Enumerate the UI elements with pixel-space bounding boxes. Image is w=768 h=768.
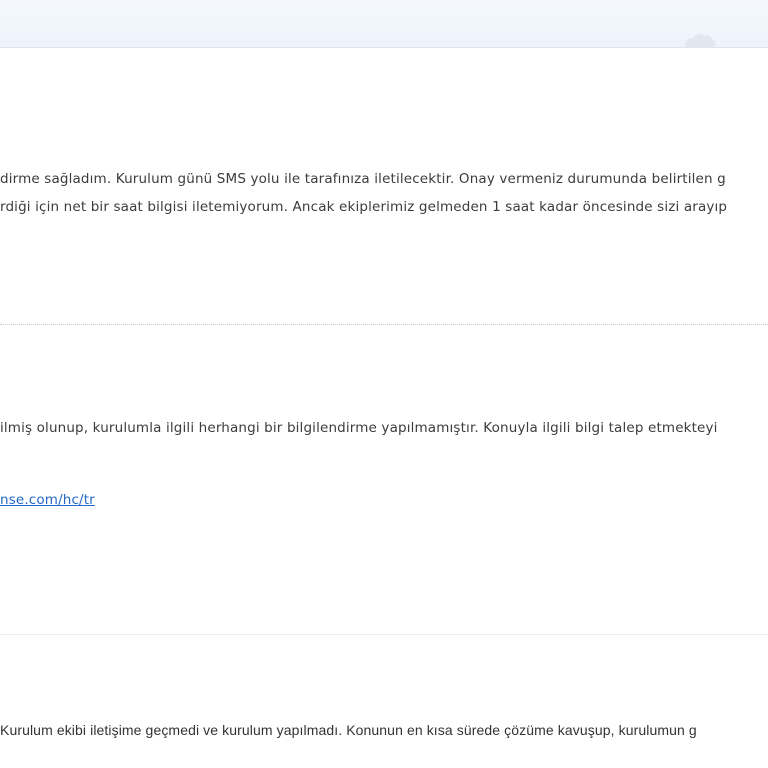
- page-header: [0, 0, 768, 48]
- message-divider: [0, 634, 768, 635]
- message-2-line-1: ilmiş olunup, kurulumla ilgili herhangi …: [0, 420, 718, 436]
- message-divider: [0, 324, 768, 325]
- help-center-link[interactable]: nse.com/hc/tr: [0, 492, 95, 508]
- cloud-icon: [684, 33, 716, 47]
- message-2-link-line: nse.com/hc/tr: [0, 491, 95, 509]
- message-3-line-1: Kurulum ekibi iletişime geçmedi ve kurul…: [0, 722, 697, 738]
- message-1-line-2: rdiği için net bir saat bilgisi iletemiy…: [0, 199, 728, 215]
- message-1-line-1: dirme sağladım. Kurulum günü SMS yolu il…: [0, 171, 726, 187]
